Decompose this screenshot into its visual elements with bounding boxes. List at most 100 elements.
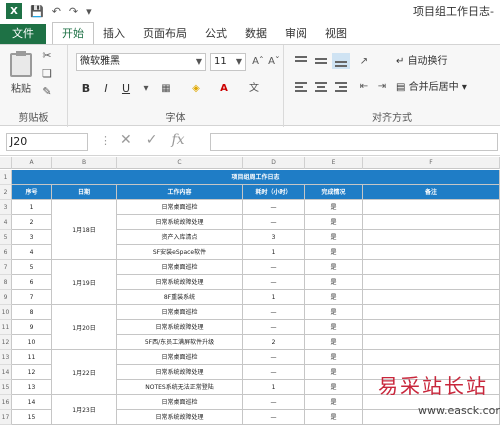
align-left-icon[interactable] <box>292 79 310 95</box>
time-cell[interactable]: — <box>243 215 305 230</box>
header-cell[interactable]: 日期 <box>52 185 117 200</box>
align-top-icon[interactable] <box>292 53 310 69</box>
time-cell[interactable]: — <box>243 260 305 275</box>
grow-font-icon[interactable]: Aˆ <box>250 54 266 70</box>
confirm-icon[interactable]: ✓ <box>146 132 158 148</box>
select-all-corner[interactable] <box>0 157 12 169</box>
underline-dropdown-icon[interactable]: ▾ <box>138 81 154 97</box>
date-cell[interactable]: 1月18日 <box>52 200 117 260</box>
task-cell[interactable]: 日常系统故障处理 <box>117 275 243 290</box>
header-cell[interactable]: 工作内容 <box>117 185 243 200</box>
time-cell[interactable]: — <box>243 200 305 215</box>
phonetic-icon[interactable]: 文 <box>246 81 262 97</box>
row-number[interactable]: 5 <box>0 230 12 245</box>
font-name-select[interactable]: 微软雅黑 ▼ <box>76 53 206 71</box>
sheet-title-cell[interactable]: 项目组周工作日志 <box>12 170 500 185</box>
font-size-select[interactable]: 11 ▼ <box>210 53 246 71</box>
name-box[interactable]: J20 <box>6 133 88 151</box>
header-cell[interactable]: 序号 <box>12 185 52 200</box>
row-number[interactable]: 7 <box>0 260 12 275</box>
row-index-cell[interactable]: 13 <box>12 380 52 395</box>
row-number[interactable]: 16 <box>0 395 12 410</box>
row-number[interactable]: 17 <box>0 410 12 425</box>
row-number[interactable]: 11 <box>0 320 12 335</box>
task-cell[interactable]: 日常系统故障处理 <box>117 365 243 380</box>
status-cell[interactable]: 是 <box>305 335 363 350</box>
cancel-icon[interactable]: ✕ <box>120 132 132 148</box>
customize-qat-icon[interactable]: ▾ <box>86 5 92 18</box>
time-cell[interactable]: — <box>243 320 305 335</box>
bold-button[interactable]: B <box>78 81 94 97</box>
row-number[interactable]: 12 <box>0 335 12 350</box>
header-cell[interactable]: 耗时（小时） <box>243 185 305 200</box>
time-cell[interactable]: — <box>243 350 305 365</box>
note-cell[interactable] <box>363 215 500 230</box>
format-painter-icon[interactable]: ✎ <box>40 85 54 99</box>
date-cell[interactable]: 1月23日 <box>52 395 117 425</box>
status-cell[interactable]: 是 <box>305 365 363 380</box>
row-index-cell[interactable]: 1 <box>12 200 52 215</box>
row-number[interactable]: 1 <box>0 170 12 185</box>
cut-icon[interactable]: ✂ <box>40 49 54 63</box>
row-index-cell[interactable]: 3 <box>12 230 52 245</box>
wrap-text-button[interactable]: ↵ 自动换行 <box>396 54 448 70</box>
column-header-c[interactable]: C <box>117 157 243 169</box>
time-cell[interactable]: 1 <box>243 380 305 395</box>
row-index-cell[interactable]: 11 <box>12 350 52 365</box>
task-cell[interactable]: 日常系统故障处理 <box>117 320 243 335</box>
task-cell[interactable]: 日常系统故障处理 <box>117 215 243 230</box>
note-cell[interactable] <box>363 290 500 305</box>
row-index-cell[interactable]: 2 <box>12 215 52 230</box>
tab-review[interactable]: 审阅 <box>276 24 316 44</box>
note-cell[interactable] <box>363 320 500 335</box>
date-cell[interactable]: 1月20日 <box>52 305 117 350</box>
status-cell[interactable]: 是 <box>305 305 363 320</box>
status-cell[interactable]: 是 <box>305 275 363 290</box>
tab-file[interactable]: 文件 <box>0 24 46 44</box>
row-index-cell[interactable]: 12 <box>12 365 52 380</box>
note-cell[interactable] <box>363 335 500 350</box>
row-index-cell[interactable]: 7 <box>12 290 52 305</box>
row-number[interactable]: 6 <box>0 245 12 260</box>
time-cell[interactable]: — <box>243 410 305 425</box>
task-cell[interactable]: 日常桌面巡检 <box>117 200 243 215</box>
row-index-cell[interactable]: 9 <box>12 320 52 335</box>
time-cell[interactable]: — <box>243 275 305 290</box>
header-cell[interactable]: 备注 <box>363 185 500 200</box>
row-number[interactable]: 10 <box>0 305 12 320</box>
borders-icon[interactable]: ▦ <box>158 81 174 97</box>
row-number[interactable]: 14 <box>0 365 12 380</box>
decrease-indent-icon[interactable]: ⇤ <box>356 79 372 95</box>
note-cell[interactable] <box>363 350 500 365</box>
time-cell[interactable]: 1 <box>243 245 305 260</box>
column-header-f[interactable]: F <box>363 157 500 169</box>
time-cell[interactable]: 3 <box>243 230 305 245</box>
paste-button[interactable]: 粘贴 <box>8 51 34 97</box>
column-header-e[interactable]: E <box>305 157 363 169</box>
status-cell[interactable]: 是 <box>305 245 363 260</box>
row-number[interactable]: 15 <box>0 380 12 395</box>
status-cell[interactable]: 是 <box>305 320 363 335</box>
time-cell[interactable]: — <box>243 305 305 320</box>
status-cell[interactable]: 是 <box>305 230 363 245</box>
underline-button[interactable]: U <box>118 81 134 97</box>
task-cell[interactable]: 资产入库清点 <box>117 230 243 245</box>
fill-color-icon[interactable]: ◈ <box>188 81 204 97</box>
note-cell[interactable] <box>363 230 500 245</box>
row-number[interactable]: 8 <box>0 275 12 290</box>
copy-icon[interactable]: ❏ <box>40 67 54 81</box>
undo-icon[interactable]: ↶ <box>52 5 61 18</box>
shrink-font-icon[interactable]: Aˇ <box>266 54 282 70</box>
status-cell[interactable]: 是 <box>305 290 363 305</box>
task-cell[interactable]: NOTES系统无法正常登陆 <box>117 380 243 395</box>
date-cell[interactable]: 1月22日 <box>52 350 117 395</box>
tab-formulas[interactable]: 公式 <box>196 24 236 44</box>
column-header-b[interactable]: B <box>52 157 117 169</box>
align-right-icon[interactable] <box>332 79 350 95</box>
insert-function-icon[interactable]: fx <box>171 132 184 148</box>
note-cell[interactable] <box>363 245 500 260</box>
align-bottom-icon[interactable] <box>332 53 350 69</box>
row-number[interactable]: 13 <box>0 350 12 365</box>
task-cell[interactable]: SF安装eSpace软件 <box>117 245 243 260</box>
orientation-icon[interactable]: ↗ <box>356 54 372 70</box>
